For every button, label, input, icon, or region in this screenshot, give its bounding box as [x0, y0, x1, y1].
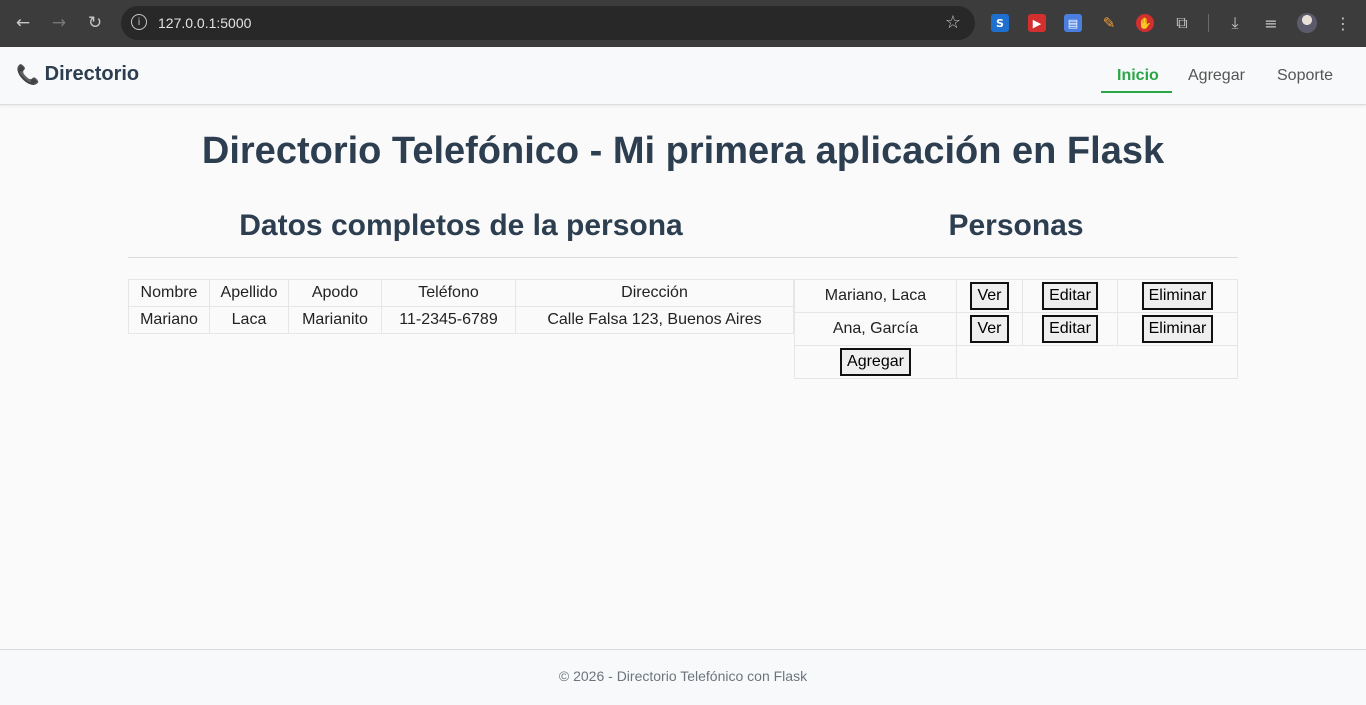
edit-button[interactable]: Editar: [1042, 315, 1098, 343]
reload-icon[interactable]: ↻: [84, 12, 106, 34]
table-row: Agregar: [794, 345, 1238, 379]
person-name: Ana, García: [794, 312, 957, 346]
delete-button[interactable]: Eliminar: [1141, 315, 1214, 343]
table-cell: Marianito: [288, 306, 382, 334]
column-header: Dirección: [515, 279, 794, 307]
brand-label: Directorio: [44, 63, 140, 85]
docs-extension-icon[interactable]: ▤: [1064, 14, 1082, 32]
table-row: Mariano Laca Marianito 11-2345-6789 Call…: [128, 306, 794, 334]
table-cell: 11-2345-6789: [381, 306, 516, 334]
table-row: Mariano, Laca Ver Editar Eliminar: [794, 279, 1238, 313]
view-button[interactable]: Ver: [970, 315, 1009, 343]
table-cell: Laca: [209, 306, 289, 334]
column-header: Nombre: [128, 279, 210, 307]
page-title: Directorio Telefónico - Mi primera aplic…: [201, 130, 1165, 172]
person-details-table: Nombre Apellido Apodo Teléfono Dirección…: [128, 279, 794, 334]
url-text[interactable]: 127.0.0.1:5000: [158, 15, 251, 31]
person-name: Mariano, Laca: [794, 279, 957, 313]
bookmark-star-icon[interactable]: ☆: [945, 12, 961, 33]
puzzle-extensions-icon[interactable]: ⧉: [1171, 12, 1193, 34]
pen-extension-icon[interactable]: ✎: [1100, 14, 1118, 32]
delete-button[interactable]: Eliminar: [1141, 282, 1214, 310]
browser-toolbar: ← → ↻ i 127.0.0.1:5000 ☆ S ▶ ▤ ✎ ✋ ⧉ ⤓ ≡…: [0, 0, 1366, 47]
site-footer: © 2026 - Directorio Telefónico con Flask: [0, 649, 1366, 705]
s-extension-icon[interactable]: S: [991, 14, 1009, 32]
back-icon[interactable]: ←: [12, 12, 34, 34]
phone-icon: 📞: [16, 64, 40, 86]
table-row: Ana, García Ver Editar Eliminar: [794, 312, 1238, 346]
people-heading: Personas: [948, 209, 1084, 242]
column-header: Teléfono: [381, 279, 516, 307]
table-cell: Calle Falsa 123, Buenos Aires: [515, 306, 794, 334]
brand-link[interactable]: 📞 Directorio: [16, 63, 139, 86]
site-info-icon[interactable]: i: [131, 14, 147, 30]
profile-avatar[interactable]: [1297, 13, 1317, 33]
heading-divider: [128, 257, 1238, 258]
table-cell: Mariano: [128, 306, 210, 334]
column-header: Apellido: [209, 279, 289, 307]
download-icon[interactable]: ⤓: [1224, 12, 1246, 34]
edit-button[interactable]: Editar: [1042, 282, 1098, 310]
more-menu-icon[interactable]: ⋮: [1332, 12, 1354, 34]
address-bar[interactable]: i 127.0.0.1:5000 ☆: [121, 6, 975, 40]
active-nav-indicator: [1101, 91, 1172, 93]
table-header-row: Nombre Apellido Apodo Teléfono Dirección: [128, 279, 794, 307]
hand-extension-icon[interactable]: ✋: [1136, 14, 1154, 32]
toolbar-divider: [1208, 14, 1209, 32]
video-extension-icon[interactable]: ▶: [1028, 14, 1046, 32]
view-button[interactable]: Ver: [970, 282, 1009, 310]
nav-link-soporte[interactable]: Soporte: [1277, 67, 1333, 85]
details-heading: Datos completos de la persona: [239, 209, 683, 242]
nav-link-inicio[interactable]: Inicio: [1117, 67, 1159, 85]
add-person-button[interactable]: Agregar: [840, 348, 911, 376]
footer-text: © 2026 - Directorio Telefónico con Flask: [558, 668, 808, 684]
column-header: Apodo: [288, 279, 382, 307]
site-navbar: 📞 Directorio Inicio Agregar Soporte: [0, 47, 1366, 105]
forward-icon[interactable]: →: [48, 12, 70, 34]
media-control-icon[interactable]: ≡: [1260, 12, 1282, 34]
nav-link-agregar[interactable]: Agregar: [1188, 67, 1245, 85]
people-list-table: Mariano, Laca Ver Editar Eliminar Ana, G…: [794, 279, 1238, 379]
